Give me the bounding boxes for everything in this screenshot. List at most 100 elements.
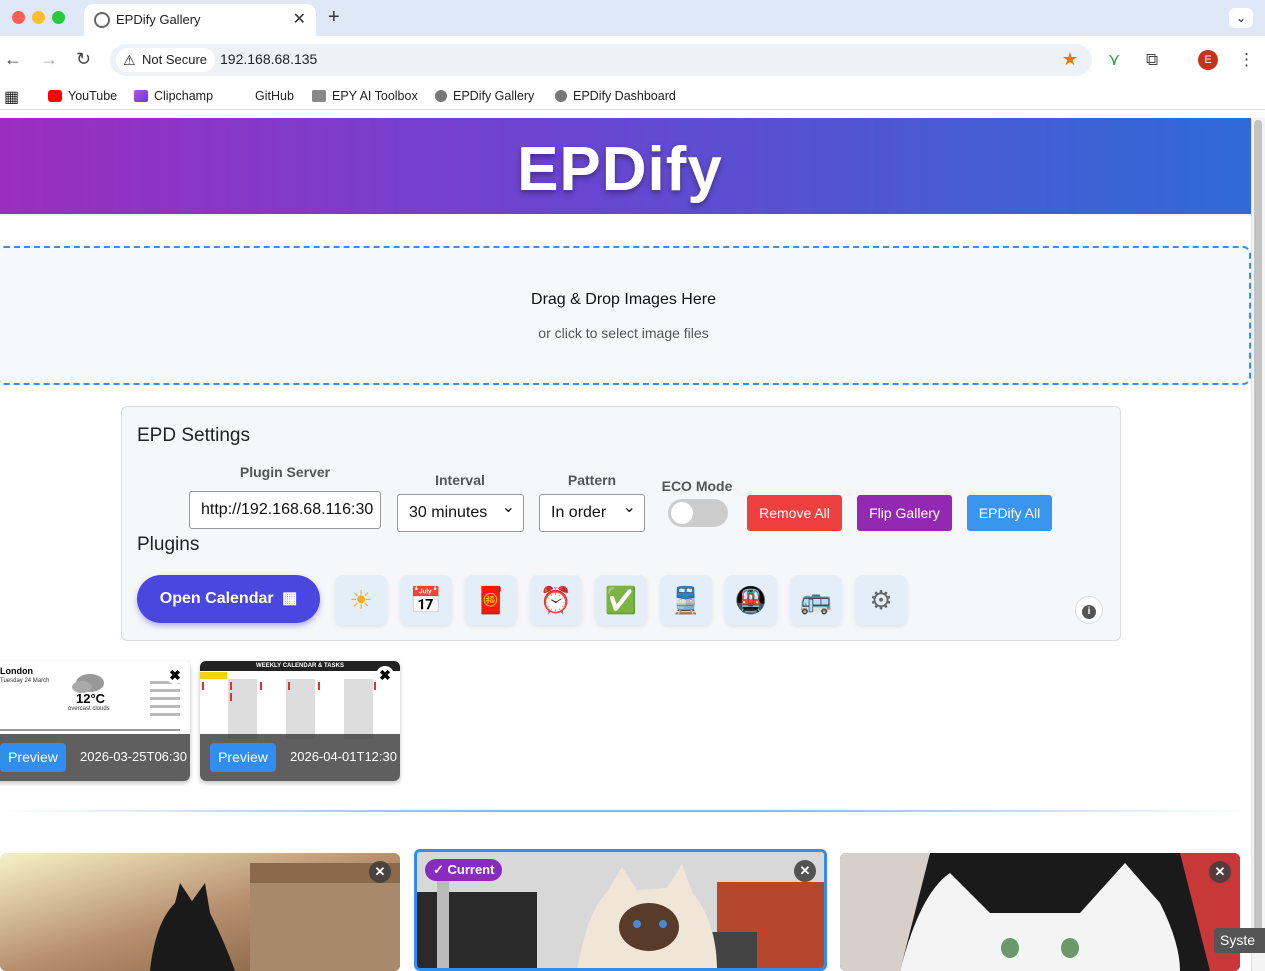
bookmark-star-icon[interactable]: ★ <box>1062 49 1078 70</box>
section-divider <box>0 810 1251 812</box>
bookmark-youtube[interactable]: YouTube <box>48 89 117 103</box>
pattern-select[interactable]: In order <box>539 494 645 532</box>
open-calendar-button[interactable]: Open Calendar ▦ <box>137 575 320 623</box>
extension-bird-icon[interactable]: ⋎ <box>1108 50 1120 70</box>
interval-select[interactable]: 30 minutes <box>397 494 524 532</box>
image-drop-zone[interactable]: Drag & Drop Images Here or click to sele… <box>0 246 1251 385</box>
tab-title: EPDify Gallery <box>116 12 201 27</box>
browser-toolbar: ← → ↻ ⚠ Not Secure 192.168.68.135 ★ ⋎ ⧉ … <box>0 36 1265 84</box>
bookmark-github[interactable]: GitHub <box>235 89 294 103</box>
youtube-icon <box>48 90 62 102</box>
calendar-header: WEEKLY CALENDAR & TASKS <box>256 663 344 669</box>
current-badge: ✓ Current <box>425 859 503 881</box>
preview-button[interactable]: Preview <box>0 743 66 772</box>
plugin-settings-button[interactable]: ⚙ <box>855 575 907 625</box>
remove-image-icon[interactable]: ✕ <box>794 860 816 882</box>
globe-icon <box>94 12 110 28</box>
plugin-calendar-button[interactable]: 📅 <box>400 575 452 625</box>
minimize-window-button[interactable] <box>32 11 45 24</box>
weather-condition: overcast clouds <box>68 706 110 712</box>
interval-value: 30 minutes <box>409 504 488 521</box>
bookmark-epdify-dashboard[interactable]: EPDify Dashboard <box>555 89 676 103</box>
eco-mode-label: ECO Mode <box>661 478 733 494</box>
plugin-server-input[interactable]: http://192.168.68.116:30 <box>189 491 381 529</box>
plugin-alarm-button[interactable]: ⏰ <box>530 575 582 625</box>
bookmark-clipchamp[interactable]: Clipchamp <box>134 89 213 103</box>
epdify-all-button[interactable]: EPDify All <box>967 495 1052 531</box>
reload-icon[interactable]: ↻ <box>76 49 91 70</box>
app-header: EPDify <box>0 118 1251 214</box>
github-icon <box>235 90 249 102</box>
preview-button[interactable]: Preview <box>210 743 276 772</box>
security-label: Not Secure <box>142 52 208 67</box>
schedule-timestamp: 2026-03-25T06:30 <box>80 749 187 764</box>
alarm-clock-icon: ⏰ <box>539 585 573 615</box>
train-icon: 🚆 <box>669 585 703 615</box>
open-calendar-label: Open Calendar <box>159 590 274 607</box>
system-tooltip: Syste <box>1214 928 1265 953</box>
gallery-image-card[interactable]: ✕ <box>840 853 1240 971</box>
back-icon[interactable]: ← <box>4 49 22 70</box>
pattern-label: Pattern <box>567 472 617 488</box>
drop-zone-title: Drag & Drop Images Here <box>531 291 716 308</box>
security-chip[interactable]: ⚠ Not Secure <box>116 48 216 72</box>
puzzle-extensions-icon[interactable]: ⧉ <box>1146 50 1158 70</box>
plugin-tasks-button[interactable]: ✅ <box>595 575 647 625</box>
white-cat-image <box>840 853 1240 971</box>
eco-mode-toggle[interactable] <box>668 499 728 527</box>
forward-icon[interactable]: → <box>40 49 58 70</box>
bus-icon: 🚌 <box>799 585 833 615</box>
plugin-train-button[interactable]: 🚆 <box>660 575 712 625</box>
apps-grid-icon[interactable]: ▦ <box>4 87 19 107</box>
address-bar[interactable]: ⚠ Not Secure 192.168.68.135 ★ <box>110 44 1092 76</box>
gallery-image-card[interactable]: ✕ <box>0 853 400 971</box>
plugin-weather-button[interactable]: ☀ <box>335 575 387 625</box>
plugin-card-footer: Preview 2026-03-25T06:30 <box>0 734 190 781</box>
new-tab-button[interactable]: + <box>328 6 340 29</box>
weather-city: London <box>0 666 33 676</box>
weather-temp: 12°C <box>76 691 106 706</box>
tab-search-button[interactable]: ⌄ <box>1229 8 1253 28</box>
zoom-window-button[interactable] <box>52 11 65 24</box>
plugin-metro-button[interactable]: 🚇 <box>725 575 777 625</box>
remove-plugin-card-icon[interactable]: ✖ <box>376 666 394 684</box>
calendar-grid-icon: ▦ <box>282 590 298 607</box>
red-envelope-icon: 🧧 <box>474 585 508 615</box>
avatar[interactable]: E <box>1198 50 1218 70</box>
bookmark-epy-ai-toolbox[interactable]: EPY AI Toolbox <box>312 89 418 103</box>
browser-tab-strip: EPDify Gallery ✕ + ⌄ <box>0 0 1265 36</box>
epd-settings-panel: EPD Settings Plugin Server http://192.16… <box>121 406 1121 641</box>
gear-icon: ⚙ <box>869 585 893 615</box>
weather-date: Tuesday 24 March <box>0 678 50 684</box>
bookmark-epdify-gallery[interactable]: EPDify Gallery <box>435 89 534 103</box>
plugin-bus-button[interactable]: 🚌 <box>790 575 842 625</box>
flip-gallery-button[interactable]: Flip Gallery <box>857 495 952 531</box>
remove-all-button[interactable]: Remove All <box>747 495 842 531</box>
schedule-timestamp: 2026-04-01T12:30 <box>290 749 397 764</box>
tab-close-icon[interactable]: ✕ <box>293 9 306 29</box>
pattern-value: In order <box>551 504 607 521</box>
checkmark-icon: ✅ <box>604 585 638 615</box>
browser-tab[interactable]: EPDify Gallery ✕ <box>84 4 316 36</box>
weather-plugin-card: London Tuesday 24 March 12°C overcast cl… <box>0 661 190 781</box>
gallery-image-card-current[interactable]: ✓ Current ✕ <box>414 849 827 971</box>
interval-label: Interval <box>435 472 485 488</box>
scrollbar-thumb[interactable] <box>1254 120 1262 940</box>
black-cat-image <box>0 853 400 971</box>
plugin-red-envelope-button[interactable]: 🧧 <box>465 575 517 625</box>
globe-icon <box>435 90 447 102</box>
plugin-server-label: Plugin Server <box>239 464 331 480</box>
url-text[interactable]: 192.168.68.135 <box>220 51 317 67</box>
sun-icon: ☀ <box>349 585 373 615</box>
close-window-button[interactable] <box>12 11 25 24</box>
app-title: EPDify <box>517 135 723 204</box>
metro-icon: 🚇 <box>734 585 768 615</box>
kebab-menu-icon[interactable]: ⋮ <box>1238 50 1255 70</box>
remove-image-icon[interactable]: ✕ <box>1209 861 1231 883</box>
remove-image-icon[interactable]: ✕ <box>369 861 391 883</box>
clipchamp-icon <box>134 90 148 102</box>
toolbox-icon <box>312 90 326 102</box>
info-button[interactable]: i <box>1075 596 1103 624</box>
toggle-knob <box>671 502 693 524</box>
remove-plugin-card-icon[interactable]: ✖ <box>166 666 184 684</box>
